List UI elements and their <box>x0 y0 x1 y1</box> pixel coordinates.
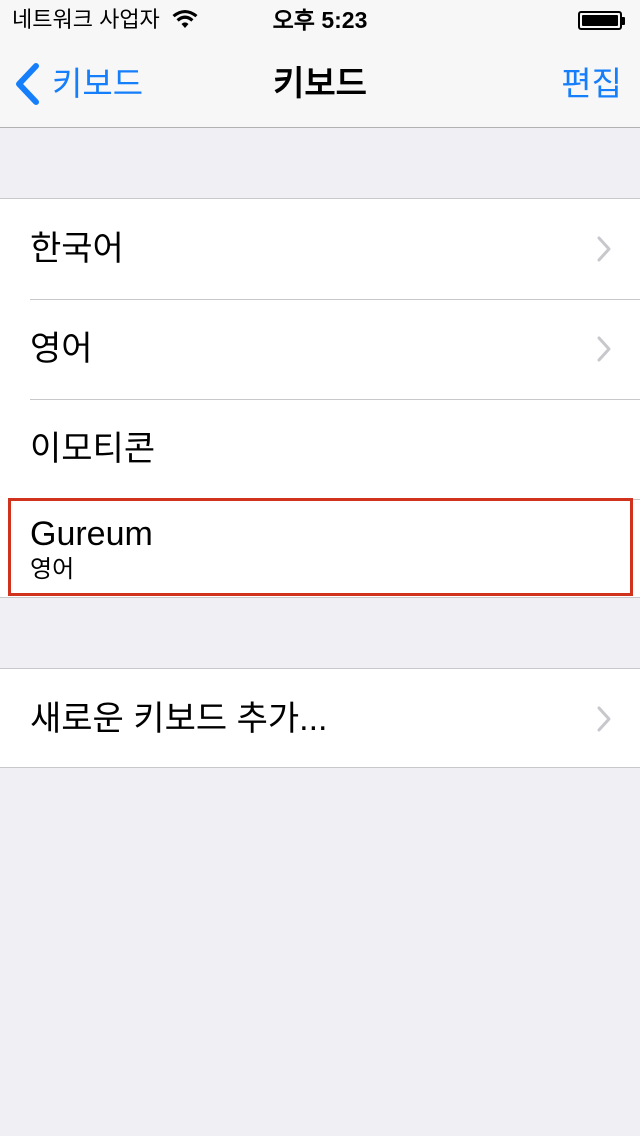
disclosure-chevron-icon <box>597 336 611 362</box>
battery-icon <box>578 11 626 30</box>
keyboard-label: Gureum <box>30 515 153 553</box>
battery-tip <box>622 16 625 25</box>
keyboard-label: 한국어 <box>30 230 124 268</box>
edit-button[interactable]: 편집 <box>561 62 622 106</box>
add-keyboard-group: 새로운 키보드 추가... <box>0 668 640 768</box>
page-title: 키보드 <box>273 65 367 103</box>
header: 네트워크 사업자 오후 5:23 키보드 키보드 편집 <box>0 0 640 128</box>
battery-fill <box>582 15 618 26</box>
status-time: 오후 5:23 <box>272 7 368 33</box>
keyboard-item-korean[interactable]: 한국어 <box>0 199 640 299</box>
add-keyboard-button[interactable]: 새로운 키보드 추가... <box>0 669 640 769</box>
status-bar: 네트워크 사업자 오후 5:23 <box>0 0 640 40</box>
keyboard-label: 이모티콘 <box>30 430 156 468</box>
navigation-bar: 키보드 키보드 편집 <box>0 40 640 128</box>
keyboard-subtitle: 영어 <box>30 556 75 583</box>
battery-body <box>578 11 622 30</box>
keyboard-item-emoji[interactable]: 이모티콘 <box>0 399 640 499</box>
keyboard-item-english[interactable]: 영어 <box>0 299 640 399</box>
disclosure-chevron-icon <box>597 706 611 732</box>
keyboard-item-gureum[interactable]: Gureum 영어 <box>0 499 640 599</box>
add-keyboard-label: 새로운 키보드 추가... <box>30 700 328 738</box>
keyboard-list: 한국어 영어 이모티콘 Gureum 영어 <box>0 198 640 598</box>
disclosure-chevron-icon <box>597 236 611 262</box>
keyboard-label: 영어 <box>30 330 93 368</box>
